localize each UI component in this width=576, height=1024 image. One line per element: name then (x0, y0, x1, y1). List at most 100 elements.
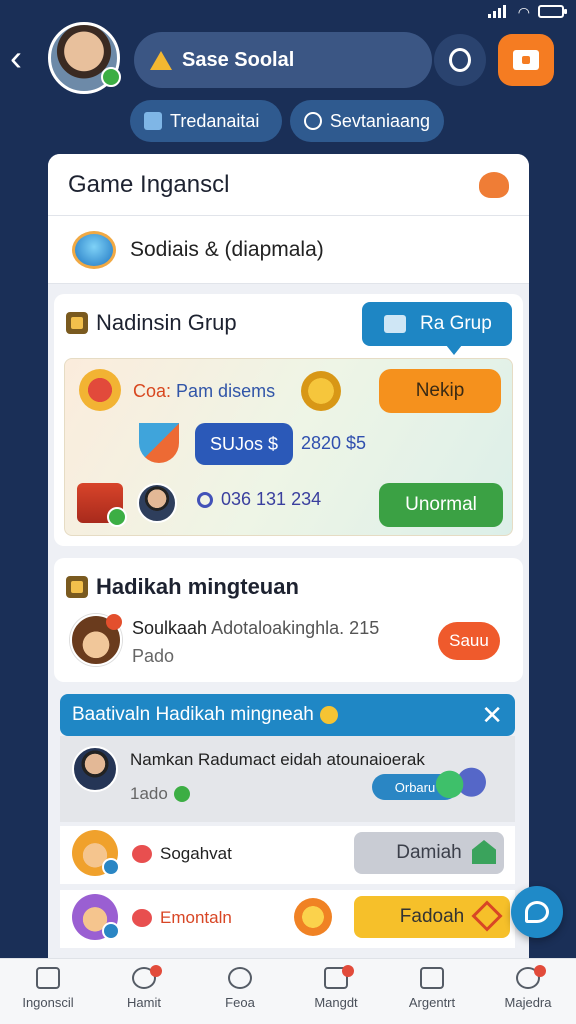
game-title-text: Pam disems (176, 381, 276, 401)
signal-icon (488, 5, 506, 18)
notice-banner[interactable]: Baativaln Hadikah mingneah ✕ (60, 694, 515, 736)
nav-label: Ingonscil (22, 995, 74, 1010)
nav-label: Majedra (504, 995, 552, 1010)
person-avatar (137, 483, 177, 523)
coin-icon (319, 706, 338, 724)
mail-icon (420, 967, 444, 989)
save-button[interactable]: Sauu (438, 622, 500, 660)
notification-icon[interactable] (479, 171, 509, 198)
gold-coin-icon (301, 371, 341, 411)
notification-badge (342, 965, 354, 977)
video-button[interactable] (498, 34, 554, 86)
news-sub: 1ado (130, 784, 190, 804)
cowboy-avatar (70, 614, 122, 666)
social-row[interactable]: Sodiais & (diapmala) (48, 216, 529, 284)
panel-header: Game Inganscl (48, 154, 529, 216)
character-avatar (72, 830, 120, 876)
chip-settings[interactable]: Sevtaniaang (290, 100, 444, 142)
nav-item-home[interactable]: Ingonscil (0, 959, 96, 1024)
game-title: Coa: Pam disems (133, 381, 275, 402)
list-item[interactable]: Emontaln Fadoah (60, 890, 515, 948)
close-icon[interactable]: ✕ (481, 700, 503, 731)
ra-group-button[interactable]: Ra Grup (362, 302, 512, 355)
nav-item-profile[interactable]: Majedra (480, 959, 576, 1024)
gamepad-icon (72, 230, 116, 269)
game-box: Coa: Pam disems Nekip SUJos $ 2820 $5 03… (64, 358, 513, 536)
game-title-prefix: Coa: (133, 381, 172, 401)
nav-item-search[interactable]: Feoa (192, 959, 288, 1024)
phone-text: 036 131 234 (221, 489, 322, 509)
nav-label: Feoa (225, 995, 255, 1010)
nav-item-hamit[interactable]: Hamit (96, 959, 192, 1024)
diamond-icon (471, 900, 503, 932)
phone-number: 036 131 234 (197, 489, 321, 510)
row-label: Sogahvat (132, 844, 232, 864)
phone-icon (197, 491, 213, 508)
banner-text: Baativaln Hadikah mingneah (72, 704, 314, 725)
battery-icon (538, 5, 567, 18)
search-icon (228, 967, 252, 989)
chip-label: Tredanaitai (170, 110, 260, 131)
hadikah-message: Soulkaah Adotaloakinghla. 215 (132, 618, 379, 639)
title-pill[interactable]: Sase Soolal (134, 32, 432, 88)
video-icon (513, 50, 539, 70)
panel-title: Game Inganscl (68, 170, 230, 198)
fadoah-label: Fadoah (399, 906, 465, 927)
nekip-button[interactable]: Nekip (379, 369, 501, 413)
warning-icon (150, 50, 172, 70)
wifi-icon: ◠ (517, 4, 530, 20)
timer-button[interactable] (434, 34, 486, 86)
ra-group-label: Ra Grup (420, 313, 492, 334)
damiah-label: Damiah (396, 842, 462, 863)
hadikah-sub: Pado (132, 646, 175, 666)
online-status-icon (101, 67, 121, 87)
bottom-nav: Ingonscil Hamit Feoa Mangdt Argentrt Maj… (0, 958, 576, 1024)
check-icon (173, 786, 190, 802)
damiah-button[interactable]: Damiah (354, 832, 504, 874)
nav-label: Hamit (127, 995, 161, 1010)
message-text: Adotaloakinghla. 215 (211, 618, 380, 638)
chip-trending[interactable]: Tredanaitai (130, 100, 282, 142)
clock-icon (304, 112, 322, 130)
hadikah-card: Hadikah mingteuan Soulkaah Adotaloakingh… (54, 558, 523, 682)
row-label-text: Emontaln (160, 908, 232, 927)
group-card-header: Nadinsin Grup (66, 310, 237, 336)
hadikah-card-header: Hadikah mingteuan (66, 574, 299, 600)
explosion-icon (294, 898, 332, 936)
group-icon (66, 312, 88, 334)
nav-item-mail[interactable]: Argentrt (384, 959, 480, 1024)
status-bar: ◠ (0, 0, 576, 24)
bowl-icon (139, 423, 179, 463)
nav-item-camera[interactable]: Mangdt (288, 959, 384, 1024)
list-item[interactable]: Sogahvat Damiah (60, 826, 515, 884)
news-sub-text: 1ado (130, 784, 168, 803)
home-icon (36, 967, 60, 989)
message-name: Soulkaah (132, 618, 208, 638)
back-button[interactable]: ‹ (10, 40, 38, 80)
character-avatar (72, 894, 120, 940)
group-card: Nadinsin Grup Ra Grup Coa: Pam disems Ne… (54, 294, 523, 546)
avatar[interactable] (48, 22, 121, 94)
social-label: Sodiais & (diapmala) (130, 237, 324, 261)
heart-icon (132, 845, 152, 863)
chat-fab-button[interactable] (511, 886, 563, 938)
house-icon (472, 840, 496, 864)
red-coin-icon (79, 369, 121, 411)
group-flag-icon (384, 315, 406, 333)
page-title: Sase Soolal (182, 48, 295, 71)
person-avatar (72, 746, 118, 792)
timer-icon (449, 48, 471, 72)
fadoah-button[interactable]: Fadoah (354, 896, 510, 938)
notification-badge (534, 965, 546, 977)
sujos-button[interactable]: SUJos $ (195, 423, 293, 465)
hadikah-icon (66, 576, 88, 598)
news-text: Namkan Radumact eidah atounaioerak (130, 750, 425, 769)
chat-icon (525, 901, 549, 923)
unormal-button[interactable]: Unormal (379, 483, 503, 527)
list-item[interactable]: Namkan Radumact eidah atounaioerak 1ado … (60, 736, 515, 822)
price-text: 2820 $5 (301, 433, 367, 453)
main-panel: Game Inganscl Sodiais & (diapmala) Nadin… (48, 154, 529, 959)
hadikah-card-title: Hadikah mingteuan (96, 574, 299, 599)
nav-label: Mangdt (314, 995, 358, 1010)
nav-label: Argentrt (408, 995, 456, 1010)
